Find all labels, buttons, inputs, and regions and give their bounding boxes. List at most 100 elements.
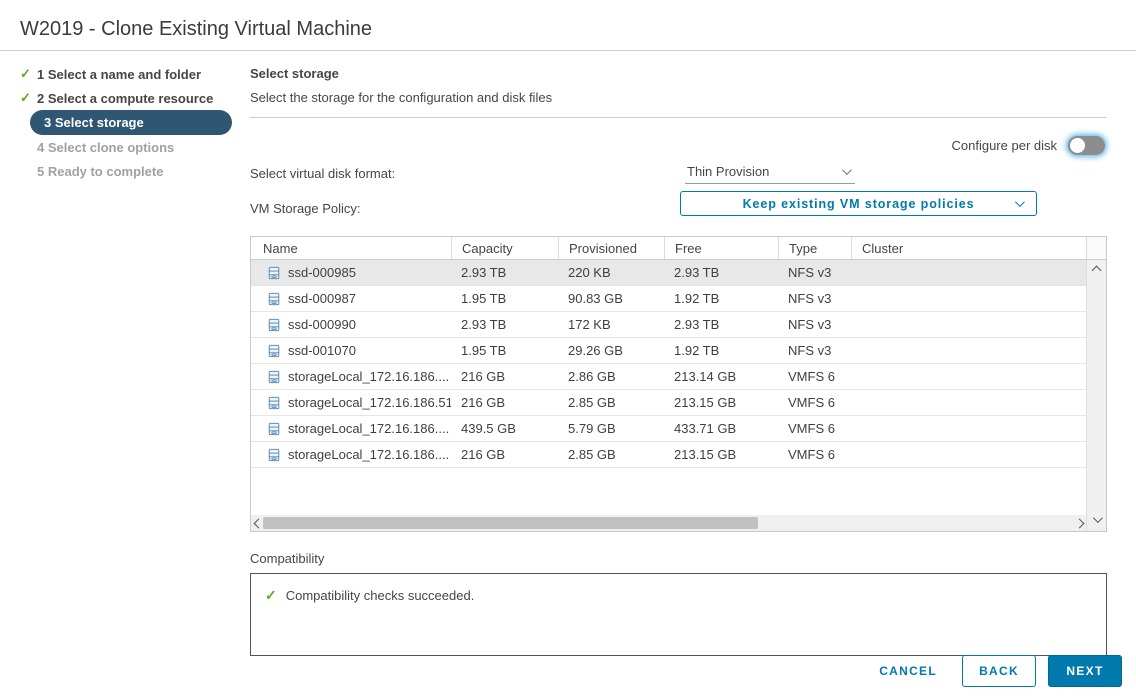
column-header-free[interactable]: Free xyxy=(664,237,778,259)
cell-capacity: 216 GB xyxy=(451,364,558,389)
step-label: 3 Select storage xyxy=(44,115,144,130)
cell-cluster xyxy=(851,312,1086,337)
datastore-name: storageLocal_172.16.186.... xyxy=(288,447,449,462)
clone-vm-wizard: W2019 - Clone Existing Virtual Machine ✓… xyxy=(0,0,1136,700)
cell-name: ssd-000987 xyxy=(251,286,451,311)
datastore-icon xyxy=(267,266,281,280)
cell-cluster xyxy=(851,416,1086,441)
table-header: NameCapacityProvisionedFreeTypeCluster xyxy=(251,237,1106,260)
datastore-row[interactable]: storageLocal_172.16.186.51 216 GB 2.85 G… xyxy=(251,390,1086,416)
page-subtitle: Select the storage for the configuration… xyxy=(250,90,1107,105)
wizard-step[interactable]: ✓ 1 Select a name and folder xyxy=(0,62,250,86)
cell-free: 213.15 GB xyxy=(664,390,778,415)
success-check-icon: ✓ xyxy=(265,587,277,604)
cell-free: 213.14 GB xyxy=(664,364,778,389)
cell-capacity: 216 GB xyxy=(451,442,558,467)
cancel-button[interactable]: CANCEL xyxy=(879,664,937,678)
cell-type: VMFS 6 xyxy=(778,416,851,441)
cell-provisioned: 90.83 GB xyxy=(558,286,664,311)
wizard-step[interactable]: ✓ 5 Ready to complete xyxy=(0,159,250,183)
datastore-icon xyxy=(267,422,281,436)
cell-free: 433.71 GB xyxy=(664,416,778,441)
step-label: 4 Select clone options xyxy=(37,140,174,155)
disk-format-value: Thin Provision xyxy=(687,164,769,179)
cell-capacity: 2.93 TB xyxy=(451,260,558,285)
column-header-cluster[interactable]: Cluster xyxy=(851,237,1086,259)
cell-name: ssd-001070 xyxy=(251,338,451,363)
datastore-row[interactable]: storageLocal_172.16.186.... 216 GB 2.85 … xyxy=(251,442,1086,468)
storage-policy-value: Keep existing VM storage policies xyxy=(743,197,975,211)
storage-table-body: ssd-000985 2.93 TB 220 KB 2.93 TB NFS v3 xyxy=(251,260,1086,531)
cell-free: 2.93 TB xyxy=(664,312,778,337)
cell-capacity: 216 GB xyxy=(451,390,558,415)
cell-cluster xyxy=(851,338,1086,363)
cell-type: VMFS 6 xyxy=(778,390,851,415)
step-check-icon: ✓ xyxy=(20,66,37,82)
cell-provisioned: 2.85 GB xyxy=(558,442,664,467)
vertical-scrollbar[interactable] xyxy=(1086,260,1106,531)
wizard-title: W2019 - Clone Existing Virtual Machine xyxy=(20,18,372,41)
datastore-row[interactable]: ssd-000985 2.93 TB 220 KB 2.93 TB NFS v3 xyxy=(251,260,1086,286)
cell-cluster xyxy=(851,260,1086,285)
datastore-row[interactable]: ssd-001070 1.95 TB 29.26 GB 1.92 TB NFS … xyxy=(251,338,1086,364)
column-header-name[interactable]: Name xyxy=(251,237,451,259)
step-label: 1 Select a name and folder xyxy=(37,67,201,82)
scroll-right-icon[interactable] xyxy=(1072,520,1086,527)
cell-cluster xyxy=(851,442,1086,467)
storage-policy-select[interactable]: Keep existing VM storage policies xyxy=(680,191,1037,216)
scroll-down-icon[interactable] xyxy=(1093,513,1103,523)
horizontal-scroll-thumb[interactable] xyxy=(263,517,758,529)
back-button[interactable]: BACK xyxy=(962,655,1036,687)
step-check-icon: ✓ xyxy=(20,90,37,106)
datastore-name: ssd-000987 xyxy=(288,291,356,306)
cell-name: storageLocal_172.16.186.... xyxy=(251,364,451,389)
column-header-type[interactable]: Type xyxy=(778,237,851,259)
cell-type: VMFS 6 xyxy=(778,364,851,389)
step-label: 2 Select a compute resource xyxy=(37,91,213,106)
next-button[interactable]: NEXT xyxy=(1048,655,1122,687)
cell-name: storageLocal_172.16.186.51 xyxy=(251,390,451,415)
disk-format-select[interactable]: Thin Provision xyxy=(685,160,855,184)
storage-policy-label: VM Storage Policy: xyxy=(250,201,361,216)
cell-provisioned: 2.86 GB xyxy=(558,364,664,389)
wizard-step[interactable]: ✓ 3 Select storage xyxy=(30,110,232,135)
chevron-down-icon xyxy=(842,165,852,175)
cell-provisioned: 29.26 GB xyxy=(558,338,664,363)
cell-type: NFS v3 xyxy=(778,312,851,337)
disk-format-label: Select virtual disk format: xyxy=(250,166,395,181)
cell-cluster xyxy=(851,286,1086,311)
compatibility-message: Compatibility checks succeeded. xyxy=(286,588,475,603)
cell-capacity: 1.95 TB xyxy=(451,338,558,363)
cell-name: ssd-000985 xyxy=(251,260,451,285)
column-header-provisioned[interactable]: Provisioned xyxy=(558,237,664,259)
cell-free: 2.93 TB xyxy=(664,260,778,285)
datastore-name: ssd-000990 xyxy=(288,317,356,332)
cell-capacity: 2.93 TB xyxy=(451,312,558,337)
cell-type: NFS v3 xyxy=(778,260,851,285)
content-divider xyxy=(250,117,1107,118)
compatibility-label: Compatibility xyxy=(250,551,1107,566)
datastore-row[interactable]: ssd-000987 1.95 TB 90.83 GB 1.92 TB NFS … xyxy=(251,286,1086,312)
cell-free: 1.92 TB xyxy=(664,286,778,311)
datastore-icon xyxy=(267,396,281,410)
step-label: 5 Ready to complete xyxy=(37,164,163,179)
datastore-name: ssd-000985 xyxy=(288,265,356,280)
wizard-step[interactable]: ✓ 4 Select clone options xyxy=(0,135,250,159)
cell-provisioned: 172 KB xyxy=(558,312,664,337)
datastore-name: storageLocal_172.16.186.... xyxy=(288,421,449,436)
configure-per-disk-label: Configure per disk xyxy=(952,138,1058,153)
wizard-steps: ✓ 1 Select a name and folder ✓ 2 Select … xyxy=(0,62,250,183)
horizontal-scrollbar[interactable] xyxy=(251,515,1086,531)
wizard-footer: CANCEL BACK NEXT xyxy=(879,655,1122,687)
column-header-capacity[interactable]: Capacity xyxy=(451,237,558,259)
datastore-row[interactable]: ssd-000990 2.93 TB 172 KB 2.93 TB NFS v3 xyxy=(251,312,1086,338)
datastore-name: storageLocal_172.16.186.... xyxy=(288,369,449,384)
datastore-row[interactable]: storageLocal_172.16.186.... 216 GB 2.86 … xyxy=(251,364,1086,390)
cell-capacity: 1.95 TB xyxy=(451,286,558,311)
datastore-row[interactable]: storageLocal_172.16.186.... 439.5 GB 5.7… xyxy=(251,416,1086,442)
cell-provisioned: 5.79 GB xyxy=(558,416,664,441)
datastore-name: ssd-001070 xyxy=(288,343,356,358)
wizard-step[interactable]: ✓ 2 Select a compute resource xyxy=(0,86,250,110)
scroll-up-icon[interactable] xyxy=(1092,266,1102,276)
configure-per-disk-toggle[interactable] xyxy=(1068,136,1105,155)
